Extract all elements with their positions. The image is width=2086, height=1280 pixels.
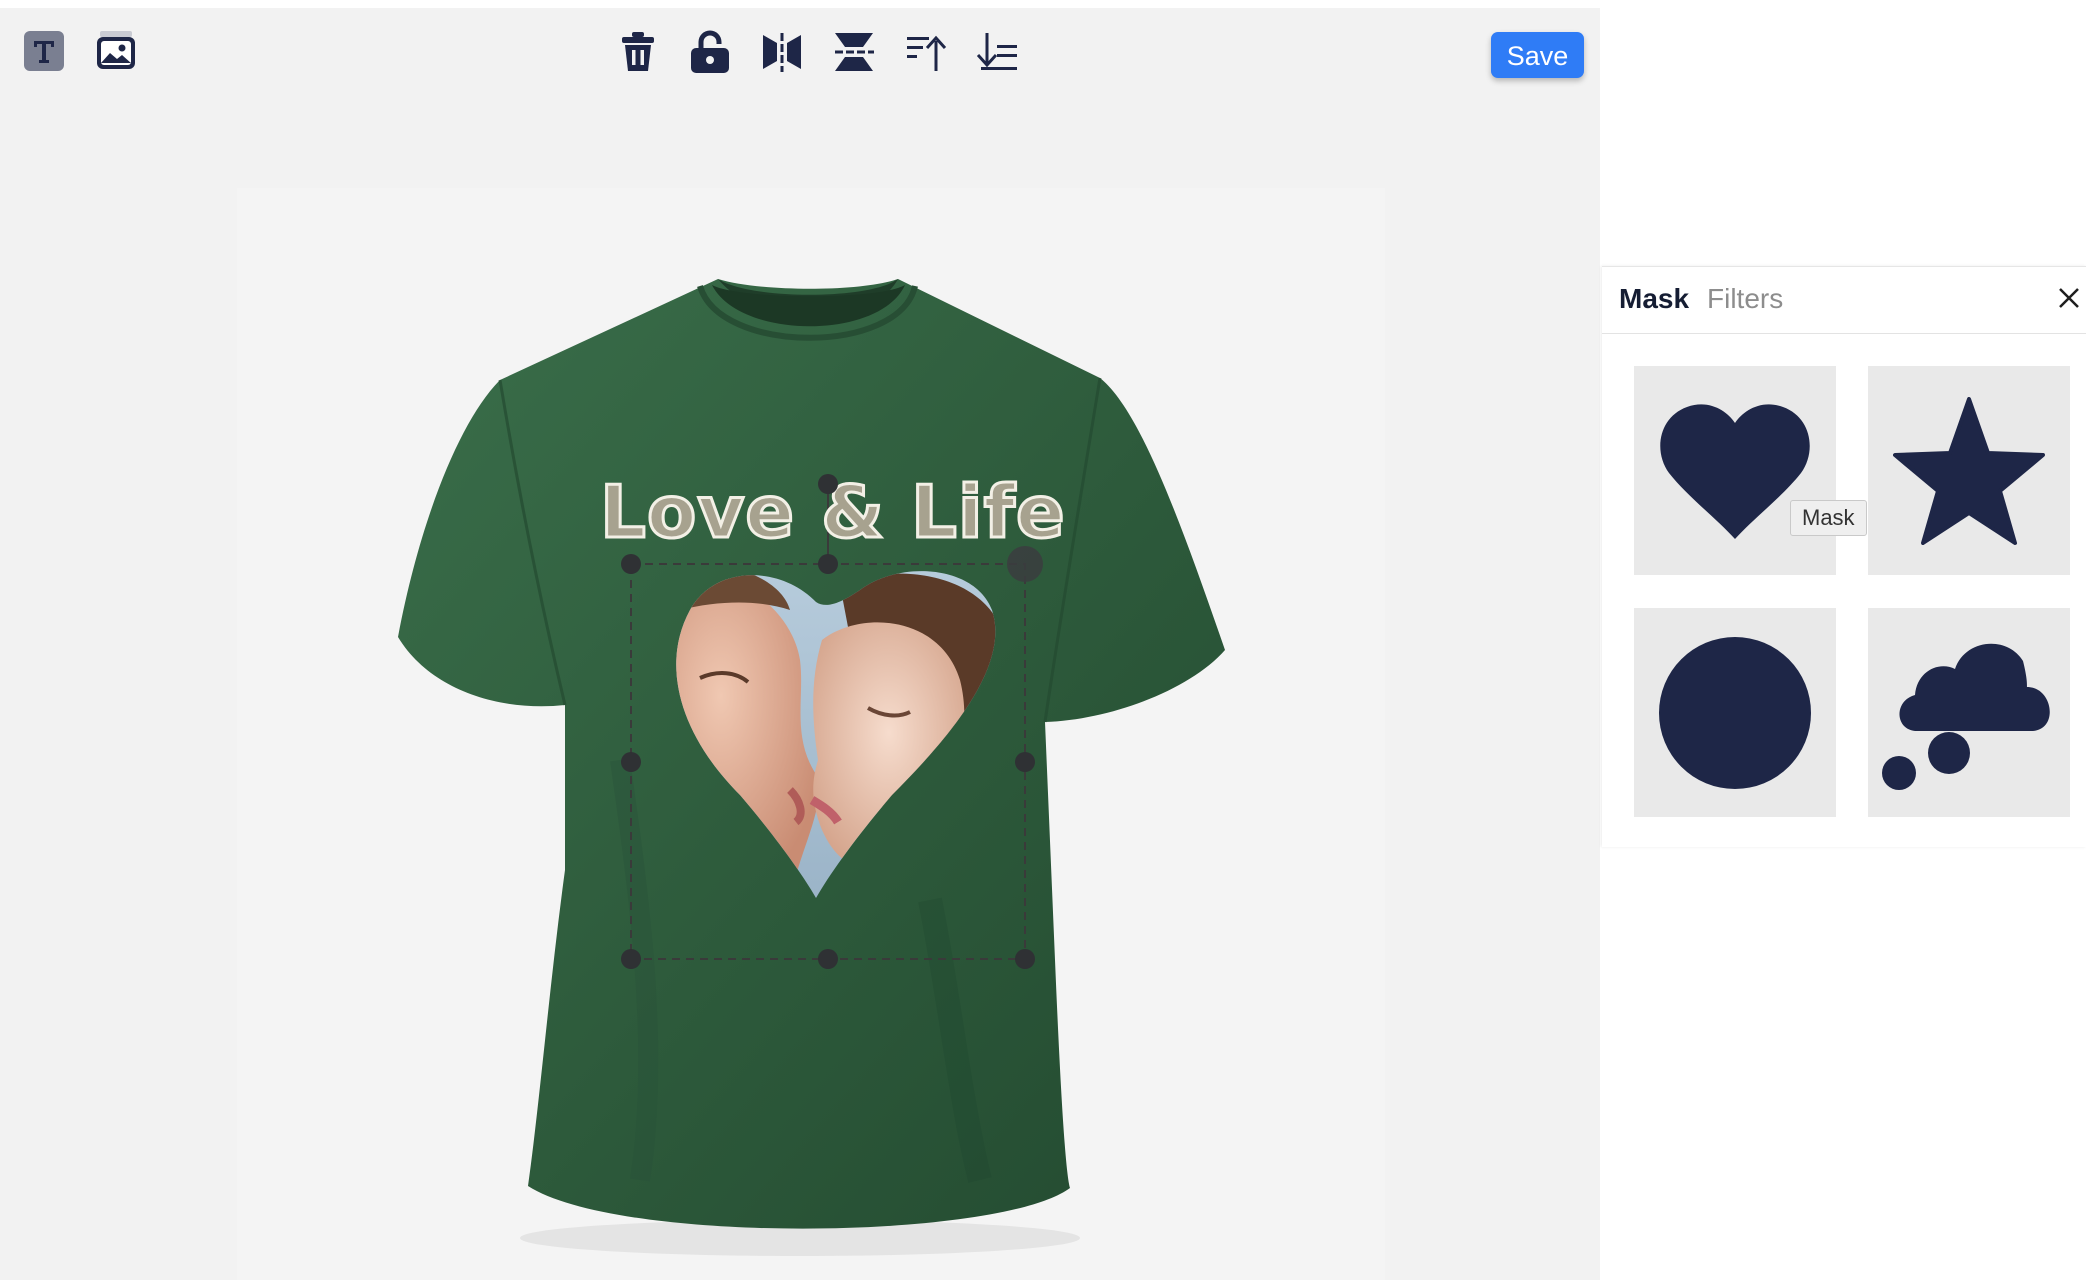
thought-cloud-icon [1882,643,2050,790]
resize-handle-bottom-left[interactable] [621,949,641,969]
resize-handle-top[interactable] [818,554,838,574]
resize-handle-bottom[interactable] [818,949,838,969]
confirm-handle[interactable] [1007,546,1043,582]
tab-mask[interactable]: Mask [1619,283,1689,315]
mask-option-cloud[interactable] [1868,608,2070,817]
mask-tooltip: Mask [1790,500,1867,536]
mask-option-star[interactable] [1868,366,2070,575]
close-panel-button[interactable] [2056,285,2086,315]
resize-handle-top-left[interactable] [621,554,641,574]
tshirt-mockup[interactable] [0,0,1600,1280]
star-icon [1893,396,2045,545]
panel-header: Mask Filters [1602,267,2086,334]
resize-handle-right[interactable] [1015,752,1035,772]
mask-option-heart[interactable] [1634,366,1836,575]
resize-handle-left[interactable] [621,752,641,772]
close-icon [2059,288,2079,308]
rotate-handle[interactable] [818,474,838,494]
mask-option-circle[interactable] [1634,608,1836,817]
tab-filters[interactable]: Filters [1707,283,1783,315]
resize-handle-bottom-right[interactable] [1015,949,1035,969]
circle-icon [1659,636,1811,789]
mask-panel: Mask Filters [1602,266,2086,847]
